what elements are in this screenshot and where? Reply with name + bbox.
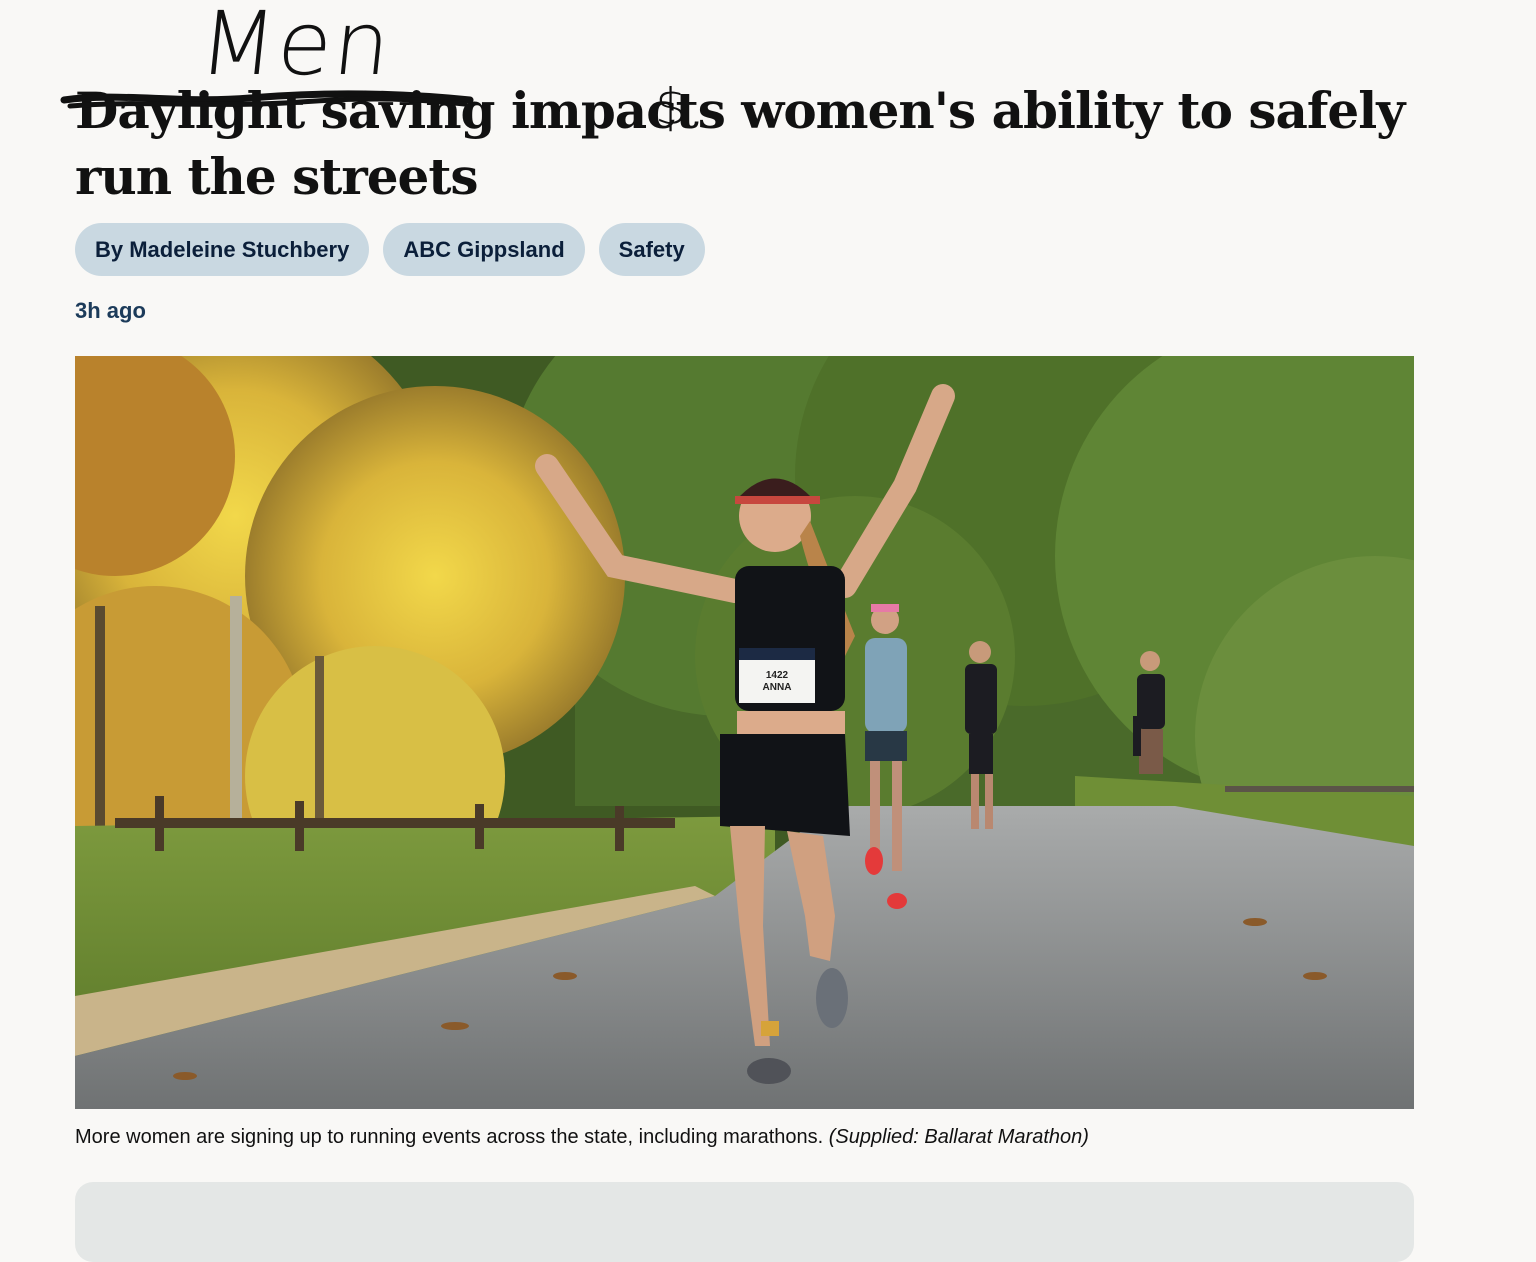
next-content-card: [75, 1182, 1414, 1262]
article-headline: Daylight saving impacts women's ability …: [75, 78, 1475, 210]
topic-tag[interactable]: Safety: [598, 223, 705, 276]
article-tags: By Madeleine Stuchbery ABC Gippsland Saf…: [75, 223, 705, 276]
caption-credit: (Supplied: Ballarat Marathon): [828, 1126, 1089, 1148]
caption-text: More women are signing up to running eve…: [75, 1126, 824, 1148]
handwritten-annotation: Men: [194, 0, 398, 95]
published-time: 3h ago: [75, 298, 146, 323]
bib-number: 1422: [766, 670, 789, 681]
author-tag[interactable]: By Madeleine Stuchbery: [75, 223, 370, 276]
hero-photo: 1422 ANNA: [75, 356, 1414, 1109]
handwritten-dollar-mark: $: [655, 78, 687, 136]
photo-caption: More women are signing up to running eve…: [75, 1126, 1089, 1149]
struck-through-phrase: Daylight saving: [75, 81, 496, 140]
location-tag[interactable]: ABC Gippsland: [383, 223, 585, 276]
bib-name: ANNA: [763, 682, 792, 693]
